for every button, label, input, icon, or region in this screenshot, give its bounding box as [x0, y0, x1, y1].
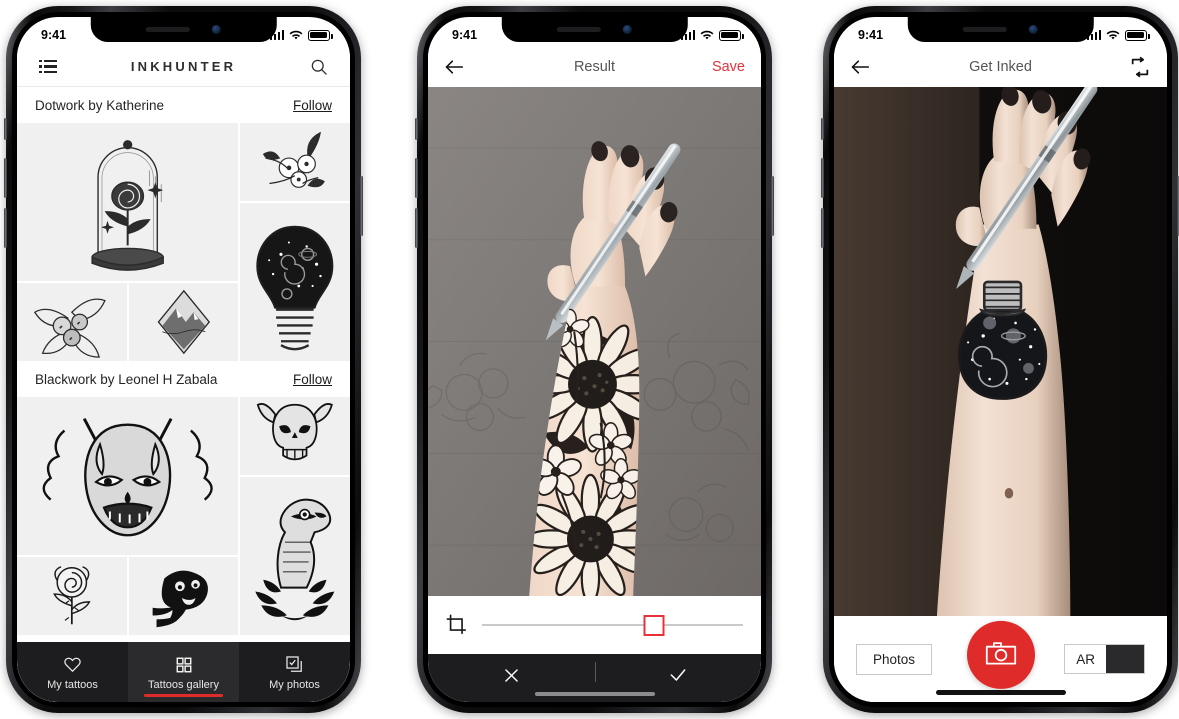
tab-my-photos[interactable]: My photos — [239, 642, 350, 702]
volume-up-button[interactable] — [415, 158, 418, 198]
heart-icon — [63, 655, 82, 674]
app-header: INKHUNTER — [17, 47, 350, 87]
section-header-blackwork: Blackwork by Leonel H Zabala Follow — [17, 361, 350, 397]
result-action-bar — [428, 654, 761, 702]
power-button[interactable] — [771, 176, 774, 236]
phone-screen-gallery: 9:41 INKHUNTER Dotwork by Katherine Foll… — [17, 17, 350, 702]
list-menu-icon[interactable] — [35, 54, 61, 80]
photos-button[interactable]: Photos — [856, 643, 933, 675]
phone-screen-get-inked: 9:41 Get Inked Photos AR — [834, 17, 1167, 702]
screenshot-stage: 9:41 INKHUNTER Dotwork by Katherine Foll… — [0, 0, 1179, 719]
cellular-bars-icon — [680, 30, 695, 40]
mute-switch[interactable] — [4, 118, 7, 140]
battery-full-icon — [308, 29, 333, 41]
get-inked-navbar: Get Inked — [834, 47, 1167, 87]
shutter-button[interactable] — [966, 620, 1035, 689]
home-indicator — [534, 692, 655, 696]
power-button[interactable] — [360, 176, 363, 236]
tattoo-cell-rose-flower[interactable] — [17, 557, 127, 635]
size-slider[interactable] — [482, 614, 743, 636]
check-icon[interactable] — [653, 665, 703, 691]
status-time: 9:41 — [41, 28, 67, 42]
tattoo-cell-rose-in-glass-dome[interactable] — [17, 123, 239, 281]
battery-full-icon — [719, 29, 744, 41]
tab-label: My photos — [269, 679, 320, 691]
tattoo-cell-flaming-skull[interactable] — [128, 557, 239, 635]
ar-toggle-switch[interactable] — [1106, 645, 1144, 673]
tattoo-cell-raptor-dinosaur[interactable] — [240, 477, 350, 635]
action-divider — [594, 662, 596, 682]
volume-up-button[interactable] — [4, 158, 7, 198]
flip-camera-icon[interactable] — [1129, 56, 1151, 78]
camera-controls: Photos AR — [834, 616, 1167, 702]
follow-button[interactable]: Follow — [293, 372, 332, 387]
ar-label: AR — [1076, 651, 1095, 667]
grid-squares-icon — [175, 655, 193, 674]
cellular-bars-icon — [269, 30, 284, 40]
slider-track — [482, 624, 743, 626]
tab-label: Tattoos gallery — [148, 679, 219, 691]
tattoo-grid-blackwork — [17, 397, 350, 635]
result-photo[interactable] — [428, 87, 761, 596]
search-icon[interactable] — [306, 54, 332, 80]
home-indicator — [935, 690, 1066, 695]
section-header-dotwork: Dotwork by Katherine Follow — [17, 87, 350, 123]
wifi-icon — [700, 30, 714, 41]
tab-my-tattoos[interactable]: My tattoos — [17, 642, 128, 702]
status-time: 9:41 — [858, 28, 884, 42]
crop-slider-bar — [428, 596, 761, 654]
tattoo-cell-moon-and-blossom[interactable] — [240, 123, 350, 201]
tab-tattoos-gallery[interactable]: Tattoos gallery — [128, 642, 239, 702]
page-title: Get Inked — [969, 59, 1032, 75]
phone-gallery: 9:41 INKHUNTER Dotwork by Katherine Foll… — [4, 6, 363, 713]
phone-bezel: 9:41 INKHUNTER Dotwork by Katherine Foll… — [12, 12, 355, 707]
camera-shutter-icon — [985, 639, 1017, 670]
status-bar: 9:41 — [834, 17, 1167, 47]
slider-handle[interactable] — [643, 614, 665, 636]
status-bar: 9:41 — [428, 17, 761, 47]
section-title: Dotwork by Katherine — [35, 97, 165, 113]
phone-screen-result: 9:41 Result Save — [428, 17, 761, 702]
camera-preview[interactable] — [834, 87, 1167, 616]
tab-label: My tattoos — [47, 679, 98, 691]
follow-button[interactable]: Follow — [293, 98, 332, 113]
volume-up-button[interactable] — [821, 158, 824, 198]
tattoo-cell-oni-demon-mask[interactable] — [17, 397, 239, 555]
close-x-icon[interactable] — [486, 666, 536, 691]
section-title: Blackwork by Leonel H Zabala — [35, 371, 218, 387]
phone-bezel: 9:41 Result Save — [423, 12, 766, 707]
tattoo-cell-mountain-diamond[interactable] — [128, 283, 239, 361]
back-arrow-icon[interactable] — [444, 59, 464, 75]
photo-stack-icon — [285, 655, 304, 674]
ar-toggle[interactable]: AR — [1064, 644, 1145, 674]
tattoo-cell-berries-and-leaves[interactable] — [17, 283, 127, 361]
volume-down-button[interactable] — [415, 208, 418, 248]
mute-switch[interactable] — [415, 118, 418, 140]
app-brand-title: INKHUNTER — [130, 59, 237, 74]
phone-bezel: 9:41 Get Inked Photos AR — [829, 12, 1172, 707]
tattoo-cell-horned-skull[interactable] — [240, 397, 350, 475]
phone-get-inked: 9:41 Get Inked Photos AR — [821, 6, 1179, 713]
crop-icon[interactable] — [446, 614, 468, 636]
wifi-icon — [289, 30, 303, 41]
result-navbar: Result Save — [428, 47, 761, 87]
battery-full-icon — [1125, 29, 1150, 41]
volume-down-button[interactable] — [4, 208, 7, 248]
phone-result: 9:41 Result Save — [415, 6, 774, 713]
status-time: 9:41 — [452, 28, 478, 42]
save-button[interactable]: Save — [712, 59, 745, 75]
status-bar: 9:41 — [17, 17, 350, 47]
volume-down-button[interactable] — [821, 208, 824, 248]
tattoo-cell-galaxy-lightbulb[interactable] — [240, 203, 350, 361]
tattoo-grid-dotwork — [17, 123, 350, 361]
wifi-icon — [1106, 30, 1120, 41]
gallery-scroll-area[interactable]: Dotwork by Katherine Follow Blackwork by… — [17, 87, 350, 702]
mute-switch[interactable] — [821, 118, 824, 140]
bottom-tab-bar: My tattoos Tattoos gallery My photos — [17, 642, 350, 702]
cellular-bars-icon — [1086, 30, 1101, 40]
back-arrow-icon[interactable] — [850, 59, 870, 75]
